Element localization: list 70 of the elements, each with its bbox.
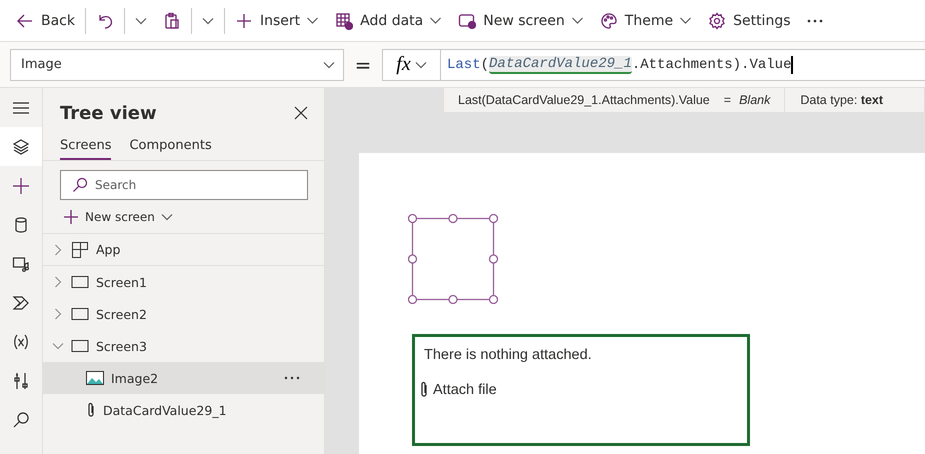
add-data-button[interactable]: Add data <box>327 4 450 36</box>
tree-item[interactable]: DataCardValue29_1 <box>43 394 324 426</box>
new-screen-button[interactable]: New screen <box>450 4 592 36</box>
media-icon <box>12 254 30 272</box>
property-dropdown[interactable]: Image <box>10 48 344 80</box>
new-screen-button[interactable]: New screen <box>43 200 173 233</box>
layers-icon <box>12 138 30 156</box>
caret-icon <box>135 16 147 24</box>
screen-icon <box>71 275 89 289</box>
tree-item-label: Screen3 <box>96 338 147 354</box>
more-icon[interactable] <box>284 376 300 380</box>
settings-icon <box>708 12 726 30</box>
screen-icon <box>71 339 89 353</box>
caret-icon <box>414 60 427 68</box>
equals-sign: = <box>354 52 372 76</box>
tree-item[interactable]: Screen2 <box>43 298 324 330</box>
tree-item-label: Screen2 <box>96 306 147 322</box>
equals-sign: = <box>722 93 732 107</box>
tree-item[interactable]: App <box>43 234 324 266</box>
image-control[interactable] <box>408 214 498 304</box>
attach-file-button[interactable]: Attach file <box>419 381 497 399</box>
caret-icon <box>323 60 335 68</box>
rail-button[interactable] <box>0 127 42 166</box>
chevron-down-icon[interactable] <box>52 342 64 350</box>
tab[interactable]: Components <box>129 134 212 160</box>
plus-icon <box>63 209 79 225</box>
search-field[interactable]: Search <box>60 170 308 200</box>
data-type-text: Data type: text <box>799 93 884 107</box>
result-value: Blank <box>739 93 772 107</box>
chevron-right-icon[interactable] <box>54 276 62 288</box>
paperclip-icon <box>86 402 96 418</box>
paperclip-icon <box>419 381 429 399</box>
clipboard-icon <box>163 12 181 30</box>
screen-icon <box>71 307 89 321</box>
empty-message: There is nothing attached. <box>424 347 593 363</box>
panel-title: Tree view <box>60 102 157 124</box>
plus-icon <box>235 12 253 30</box>
expression-text: Last(DataCardValue29_1.Attachments).Value <box>457 93 711 107</box>
theme-button[interactable]: Theme <box>592 4 700 36</box>
tree-item[interactable]: Screen3 <box>43 330 324 362</box>
plus-icon <box>12 176 30 194</box>
more-icon <box>806 18 822 22</box>
tree-item[interactable]: Screen1 <box>43 266 324 298</box>
search-icon <box>12 410 30 428</box>
search-icon <box>72 177 88 193</box>
tab[interactable]: Screens <box>60 134 112 160</box>
image-icon <box>86 371 104 385</box>
function-button[interactable]: fx <box>382 48 440 80</box>
settings-button[interactable]: Settings <box>700 4 798 36</box>
caret-icon <box>202 16 214 24</box>
variables-icon <box>12 332 30 350</box>
palette-icon <box>600 12 618 30</box>
flow-icon <box>12 294 30 312</box>
formula-field[interactable]: Last(DataCardValue29_1.Attachments).Value <box>440 48 925 80</box>
tree-item-label: App <box>96 242 120 257</box>
back-button[interactable]: Back <box>8 4 83 36</box>
table-add-icon <box>335 12 354 30</box>
insert-button[interactable]: Insert <box>227 4 328 36</box>
tree-item[interactable]: Image2 <box>43 362 324 394</box>
tree-item-label: Image2 <box>111 370 158 386</box>
chevron-right-icon[interactable] <box>54 308 62 320</box>
new-screen-icon <box>458 12 476 30</box>
tree-item-label: DataCardValue29_1 <box>103 402 227 418</box>
chevron-right-icon[interactable] <box>54 244 62 256</box>
back-arrow-icon <box>16 12 34 30</box>
tree-item-label: Screen1 <box>96 274 147 290</box>
caret-icon <box>160 213 173 221</box>
close-icon[interactable] <box>294 106 308 120</box>
app-grid-icon <box>71 240 89 258</box>
tools-icon <box>12 372 30 390</box>
